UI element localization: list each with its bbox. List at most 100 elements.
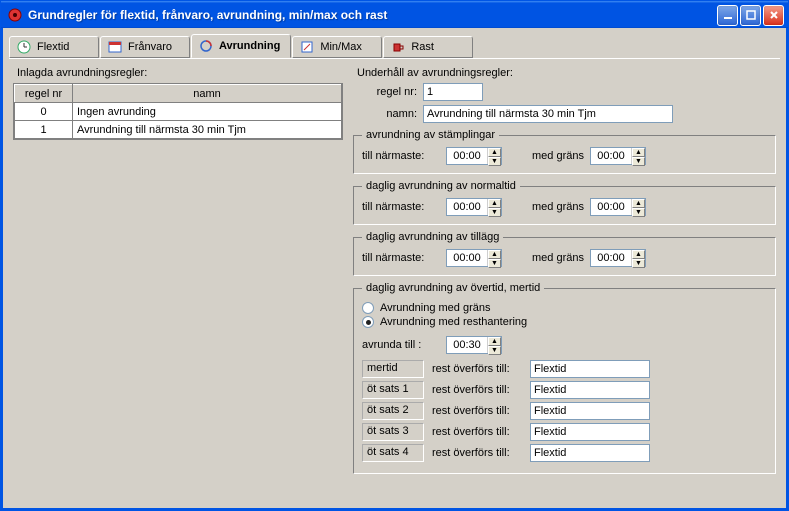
- app-icon: [7, 7, 23, 23]
- cell-nr: 1: [15, 121, 73, 139]
- tab-label: Flextid: [37, 41, 69, 53]
- tillagg-near-input[interactable]: [447, 250, 487, 266]
- cell-name: Ingen avrunding: [73, 103, 342, 121]
- spinner-down-icon[interactable]: ▼: [632, 259, 645, 268]
- dest-target-input[interactable]: [530, 423, 650, 441]
- radio-icon: [362, 302, 374, 314]
- table-row[interactable]: 0 Ingen avrunding: [15, 103, 342, 121]
- tab-panel-avrundning: Inlagda avrundningsregler: regel nr namn…: [9, 58, 780, 504]
- tab-rast[interactable]: Rast: [383, 36, 473, 58]
- stampling-limit-spinner[interactable]: ▲▼: [590, 147, 646, 165]
- normal-limit-input[interactable]: [591, 199, 631, 215]
- group-stampling-legend: avrundning av stämplingar: [362, 129, 499, 141]
- dest-row-ot2: öt sats 2 rest överförs till:: [362, 402, 767, 420]
- radio-grans[interactable]: Avrundning med gräns: [362, 302, 767, 314]
- dest-src: mertid: [362, 360, 424, 378]
- close-button[interactable]: [763, 5, 784, 26]
- tillagg-limit-spinner[interactable]: ▲▼: [590, 249, 646, 267]
- namn-label: namn:: [353, 108, 423, 120]
- rest-overfors-label: rest överförs till:: [432, 384, 522, 396]
- dest-src: öt sats 3: [362, 423, 424, 441]
- group-tillagg: daglig avrundning av tillägg till närmas…: [353, 231, 776, 276]
- radio-icon: [362, 316, 374, 328]
- window-buttons: [717, 5, 784, 26]
- stampling-near-spinner[interactable]: ▲▼: [446, 147, 502, 165]
- left-heading: Inlagda avrundningsregler:: [17, 67, 343, 79]
- minimize-button[interactable]: [717, 5, 738, 26]
- tab-avrundning[interactable]: Avrundning: [191, 34, 291, 58]
- normal-limit-spinner[interactable]: ▲▼: [590, 198, 646, 216]
- avrunda-till-input[interactable]: [447, 337, 487, 353]
- dest-row-ot4: öt sats 4 rest överförs till:: [362, 444, 767, 462]
- normal-near-input[interactable]: [447, 199, 487, 215]
- till-narmaste-label: till närmaste:: [362, 201, 440, 213]
- regel-nr-input[interactable]: [423, 83, 483, 101]
- radio-rest[interactable]: Avrundning med resthantering: [362, 316, 767, 328]
- rest-overfors-label: rest överförs till:: [432, 426, 522, 438]
- avrunda-till-label: avrunda till :: [362, 339, 440, 351]
- rest-overfors-label: rest överförs till:: [432, 363, 522, 375]
- minmax-icon: [299, 40, 315, 54]
- cell-name: Avrundning till närmsta 30 min Tjm: [73, 121, 342, 139]
- spinner-up-icon[interactable]: ▲: [488, 148, 501, 157]
- radio-rest-label: Avrundning med resthantering: [380, 316, 527, 328]
- dest-target-input[interactable]: [530, 381, 650, 399]
- spinner-down-icon[interactable]: ▼: [632, 157, 645, 166]
- tab-franvaro[interactable]: Frånvaro: [100, 36, 190, 58]
- radio-grans-label: Avrundning med gräns: [380, 302, 490, 314]
- normal-near-spinner[interactable]: ▲▼: [446, 198, 502, 216]
- tabs: Flextid Frånvaro Avrundning Min/Max Rast: [3, 28, 786, 58]
- spinner-down-icon[interactable]: ▼: [488, 346, 501, 355]
- dest-src: öt sats 2: [362, 402, 424, 420]
- tab-flextid[interactable]: Flextid: [9, 36, 99, 58]
- dest-target-input[interactable]: [530, 402, 650, 420]
- right-heading: Underhåll av avrundningsregler:: [357, 67, 776, 79]
- tab-label: Min/Max: [320, 41, 362, 53]
- spinner-up-icon[interactable]: ▲: [488, 199, 501, 208]
- dest-src: öt sats 1: [362, 381, 424, 399]
- break-icon: [390, 40, 406, 54]
- rounding-icon: [198, 39, 214, 53]
- cell-nr: 0: [15, 103, 73, 121]
- med-grans-label: med gräns: [532, 150, 584, 162]
- dest-row-mertid: mertid rest överförs till:: [362, 360, 767, 378]
- spinner-up-icon[interactable]: ▲: [488, 250, 501, 259]
- rules-table[interactable]: regel nr namn 0 Ingen avrunding 1: [13, 83, 343, 140]
- spinner-down-icon[interactable]: ▼: [488, 208, 501, 217]
- namn-input[interactable]: [423, 105, 673, 123]
- group-overtid-legend: daglig avrundning av övertid, mertid: [362, 282, 544, 294]
- rest-overfors-label: rest överförs till:: [432, 447, 522, 459]
- regel-nr-label: regel nr:: [353, 86, 423, 98]
- group-overtid: daglig avrundning av övertid, mertid Avr…: [353, 282, 776, 474]
- med-grans-label: med gräns: [532, 201, 584, 213]
- tab-label: Avrundning: [219, 40, 280, 52]
- dest-target-input[interactable]: [530, 444, 650, 462]
- tab-minmax[interactable]: Min/Max: [292, 36, 382, 58]
- stampling-limit-input[interactable]: [591, 148, 631, 164]
- spinner-up-icon[interactable]: ▲: [488, 337, 501, 346]
- rest-overfors-label: rest överförs till:: [432, 405, 522, 417]
- spinner-up-icon[interactable]: ▲: [632, 148, 645, 157]
- dest-row-ot1: öt sats 1 rest överförs till:: [362, 381, 767, 399]
- till-narmaste-label: till närmaste:: [362, 150, 440, 162]
- maximize-button[interactable]: [740, 5, 761, 26]
- tillagg-near-spinner[interactable]: ▲▼: [446, 249, 502, 267]
- spinner-down-icon[interactable]: ▼: [488, 259, 501, 268]
- client-area: Flextid Frånvaro Avrundning Min/Max Rast…: [1, 28, 788, 510]
- col-header-nr: regel nr: [15, 85, 73, 103]
- spinner-up-icon[interactable]: ▲: [632, 199, 645, 208]
- tab-label: Rast: [411, 41, 434, 53]
- window-title: Grundregler för flextid, frånvaro, avrun…: [28, 8, 717, 22]
- tillagg-limit-input[interactable]: [591, 250, 631, 266]
- table-row[interactable]: 1 Avrundning till närmsta 30 min Tjm: [15, 121, 342, 139]
- spinner-down-icon[interactable]: ▼: [488, 157, 501, 166]
- group-normal-legend: daglig avrundning av normaltid: [362, 180, 520, 192]
- clock-icon: [16, 40, 32, 54]
- stampling-near-input[interactable]: [447, 148, 487, 164]
- dest-target-input[interactable]: [530, 360, 650, 378]
- titlebar: Grundregler för flextid, frånvaro, avrun…: [1, 1, 788, 29]
- spinner-down-icon[interactable]: ▼: [632, 208, 645, 217]
- spinner-up-icon[interactable]: ▲: [632, 250, 645, 259]
- col-header-name: namn: [73, 85, 342, 103]
- avrunda-till-spinner[interactable]: ▲▼: [446, 336, 502, 354]
